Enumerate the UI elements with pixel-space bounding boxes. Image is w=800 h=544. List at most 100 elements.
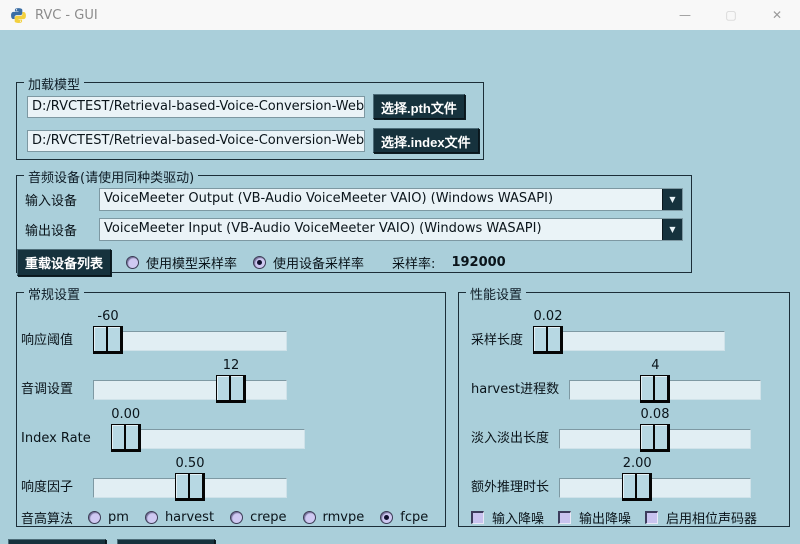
slider-handle[interactable] xyxy=(175,473,205,501)
checkbox-output-denoise-label: 输出降噪 xyxy=(579,508,631,527)
extra-infer-slider[interactable]: 2.00 xyxy=(559,455,751,502)
loudness-slider-row: 响度因子 0.50 xyxy=(21,453,445,502)
radio-pm[interactable]: pm xyxy=(88,510,129,525)
sample-length-slider[interactable]: 0.02 xyxy=(533,308,725,355)
pth-path-input[interactable]: D:/RVCTEST/Retrieval-based-Voice-Convers… xyxy=(27,96,365,118)
general-settings-group: 常规设置 响应阈值 -60 音调设置 12 Index Rate 0.00 xyxy=(16,292,446,527)
checkbox-output-denoise[interactable]: 输出降噪 xyxy=(558,508,631,527)
slider-handle[interactable] xyxy=(93,326,123,354)
audio-device-group: 音频设备(请使用同种类驱动) 输入设备 VoiceMeeter Output (… xyxy=(16,175,692,273)
input-device-select[interactable]: VoiceMeeter Output (VB-Audio VoiceMeeter… xyxy=(99,188,683,211)
select-pth-button[interactable]: 选择.pth文件 xyxy=(373,94,465,119)
loudness-label: 响度因子 xyxy=(21,476,73,495)
audio-device-group-title: 音频设备(请使用同种类驱动) xyxy=(24,167,198,186)
checkbox-input-denoise-label: 输入降噪 xyxy=(492,508,544,527)
radio-rmvpe-label: rmvpe xyxy=(323,510,365,525)
pitch-slider-row: 音调设置 12 xyxy=(21,355,445,404)
radio-fcpe[interactable]: fcpe xyxy=(380,510,428,525)
general-settings-group-title: 常规设置 xyxy=(24,284,84,303)
radio-device-samplerate[interactable]: 使用设备采样率 xyxy=(253,253,364,272)
radio-icon[interactable] xyxy=(126,256,139,269)
pitch-label: 音调设置 xyxy=(21,378,73,397)
radio-model-samplerate[interactable]: 使用模型采样率 xyxy=(126,253,237,272)
sample-length-value: 0.02 xyxy=(533,309,563,324)
radio-crepe[interactable]: crepe xyxy=(230,510,286,525)
index-rate-slider-row: Index Rate 0.00 xyxy=(21,404,445,453)
crossfade-label: 淡入淡出长度 xyxy=(471,427,549,446)
threshold-slider-row: 响应阈值 -60 xyxy=(21,306,445,355)
index-rate-label: Index Rate xyxy=(21,431,91,446)
load-model-group-title: 加载模型 xyxy=(24,74,84,93)
bottom-action-row: 开始音频转换 停止音频转换 输入监听 输出变声 算法延迟(ms): 170 推理… xyxy=(8,537,798,544)
window-controls: — ▢ ✕ xyxy=(662,0,800,30)
radio-device-samplerate-label: 使用设备采样率 xyxy=(273,253,364,272)
sample-length-label: 采样长度 xyxy=(471,329,523,348)
threshold-label: 响应阈值 xyxy=(21,329,73,348)
radio-rmvpe[interactable]: rmvpe xyxy=(303,510,365,525)
input-device-label: 输入设备 xyxy=(25,190,85,209)
harvest-threads-slider[interactable]: 4 xyxy=(569,357,761,404)
slider-handle[interactable] xyxy=(622,473,652,501)
minimize-icon[interactable]: — xyxy=(662,0,708,30)
noise-options-row: 输入降噪 输出降噪 启用相位声码器 xyxy=(471,508,789,527)
samplerate-label: 采样率: xyxy=(392,253,435,272)
checkbox-icon[interactable] xyxy=(471,511,484,524)
harvest-threads-label: harvest进程数 xyxy=(471,378,559,397)
radio-icon[interactable] xyxy=(303,511,316,524)
maximize-icon[interactable]: ▢ xyxy=(708,0,754,30)
radio-icon[interactable] xyxy=(145,511,158,524)
radio-icon[interactable] xyxy=(380,511,393,524)
extra-infer-label: 额外推理时长 xyxy=(471,476,549,495)
pitch-slider[interactable]: 12 xyxy=(93,357,287,404)
slider-handle[interactable] xyxy=(640,375,670,403)
radio-icon[interactable] xyxy=(253,256,266,269)
title-bar: RVC - GUI — ▢ ✕ xyxy=(0,0,800,30)
radio-icon[interactable] xyxy=(230,511,243,524)
index-path-input[interactable]: D:/RVCTEST/Retrieval-based-Voice-Convers… xyxy=(27,130,365,152)
slider-handle[interactable] xyxy=(216,375,246,403)
radio-pm-label: pm xyxy=(108,510,129,525)
sample-length-slider-row: 采样长度 0.02 xyxy=(471,306,789,355)
start-conversion-button[interactable]: 开始音频转换 xyxy=(8,539,106,544)
samplerate-value: 192000 xyxy=(451,255,505,270)
pitch-algorithm-row: 音高算法 pm harvest crepe rmvpe fcpe xyxy=(21,508,445,527)
checkbox-phase-vocoder[interactable]: 启用相位声码器 xyxy=(645,508,757,527)
slider-track[interactable] xyxy=(559,478,751,498)
input-device-value: VoiceMeeter Output (VB-Audio VoiceMeeter… xyxy=(100,189,662,210)
crossfade-slider-row: 淡入淡出长度 0.08 xyxy=(471,404,789,453)
output-device-select[interactable]: VoiceMeeter Input (VB-Audio VoiceMeeter … xyxy=(99,218,683,241)
select-index-button[interactable]: 选择.index文件 xyxy=(373,128,479,153)
extra-infer-slider-row: 额外推理时长 2.00 xyxy=(471,453,789,502)
index-rate-slider[interactable]: 0.00 xyxy=(111,406,305,453)
chevron-down-icon[interactable]: ▼ xyxy=(662,219,682,240)
harvest-threads-slider-row: harvest进程数 4 xyxy=(471,355,789,404)
reload-devices-button[interactable]: 重载设备列表 xyxy=(17,249,111,276)
slider-handle[interactable] xyxy=(533,326,563,354)
loudness-slider[interactable]: 0.50 xyxy=(93,455,287,502)
pitch-value: 12 xyxy=(216,358,246,373)
harvest-threads-value: 4 xyxy=(640,358,670,373)
radio-harvest[interactable]: harvest xyxy=(145,510,214,525)
checkbox-input-denoise[interactable]: 输入降噪 xyxy=(471,508,544,527)
chevron-down-icon[interactable]: ▼ xyxy=(662,189,682,210)
checkbox-phase-vocoder-label: 启用相位声码器 xyxy=(666,508,757,527)
performance-settings-group-title: 性能设置 xyxy=(466,284,526,303)
load-model-group: 加载模型 D:/RVCTEST/Retrieval-based-Voice-Co… xyxy=(16,82,484,160)
client-area: 加载模型 D:/RVCTEST/Retrieval-based-Voice-Co… xyxy=(0,30,800,544)
close-icon[interactable]: ✕ xyxy=(754,0,800,30)
threshold-value: -60 xyxy=(93,309,123,324)
checkbox-icon[interactable] xyxy=(558,511,571,524)
crossfade-slider[interactable]: 0.08 xyxy=(559,406,751,453)
slider-handle[interactable] xyxy=(111,424,141,452)
checkbox-icon[interactable] xyxy=(645,511,658,524)
index-rate-value: 0.00 xyxy=(111,407,141,422)
slider-track[interactable] xyxy=(93,380,287,400)
radio-model-samplerate-label: 使用模型采样率 xyxy=(146,253,237,272)
slider-handle[interactable] xyxy=(640,424,670,452)
performance-settings-group: 性能设置 采样长度 0.02 harvest进程数 4 淡入淡出长度 0.08 xyxy=(458,292,790,527)
radio-icon[interactable] xyxy=(88,511,101,524)
threshold-slider[interactable]: -60 xyxy=(93,308,287,355)
python-logo-icon xyxy=(10,7,27,24)
output-device-value: VoiceMeeter Input (VB-Audio VoiceMeeter … xyxy=(100,219,662,240)
stop-conversion-button[interactable]: 停止音频转换 xyxy=(117,539,215,544)
